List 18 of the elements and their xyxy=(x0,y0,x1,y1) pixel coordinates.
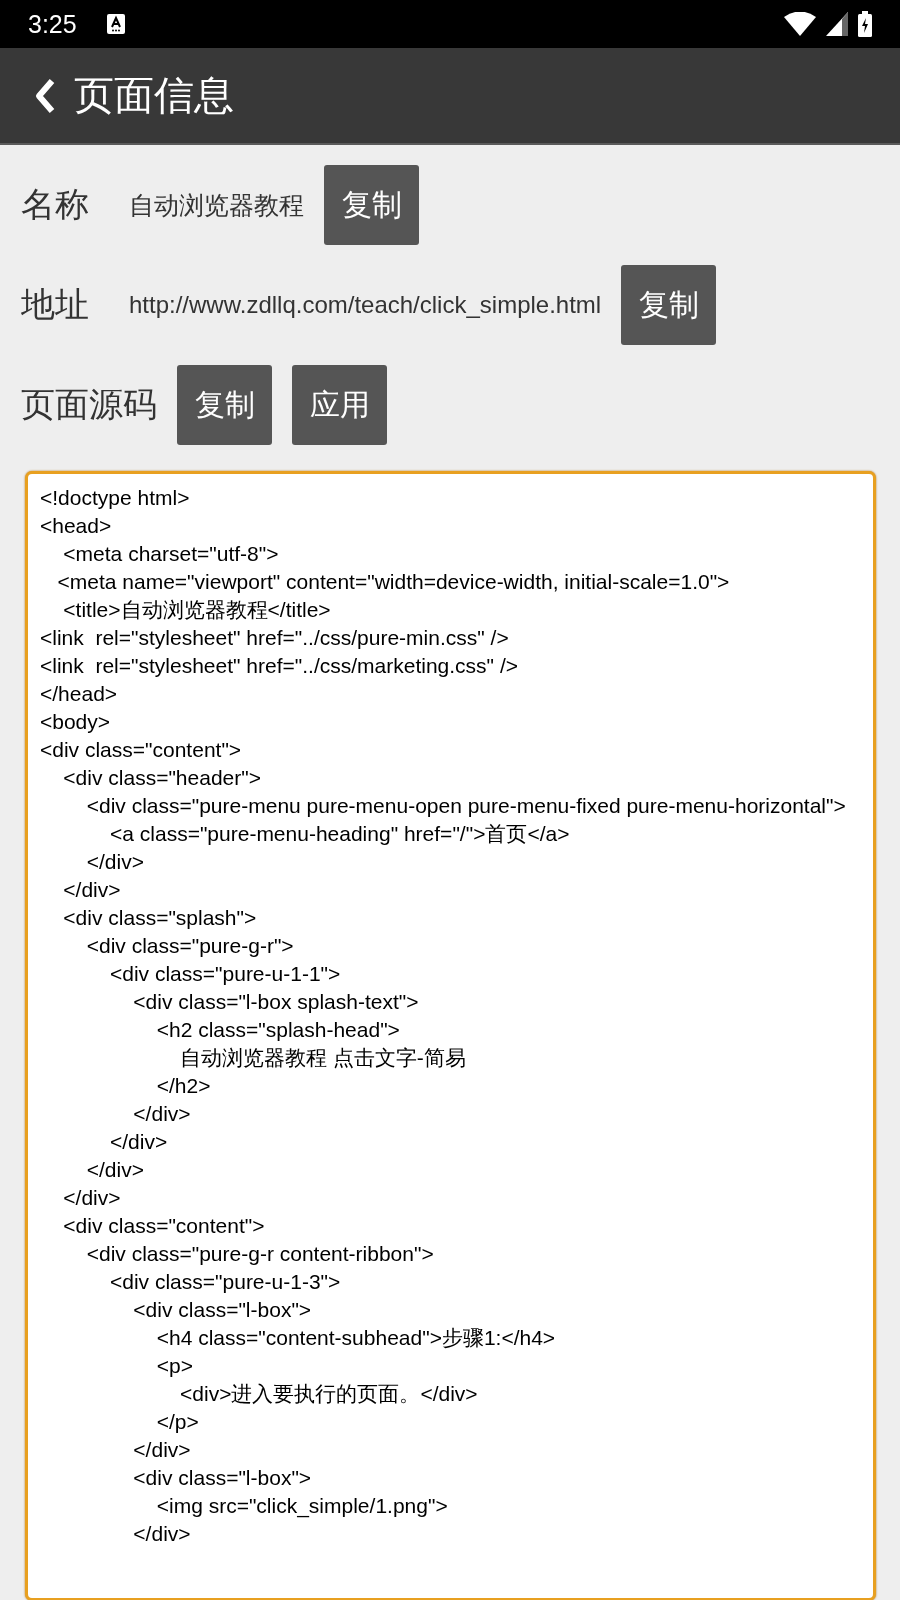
back-icon xyxy=(34,77,56,114)
action-button[interactable]: 复制 xyxy=(177,365,272,445)
action-button[interactable]: 复制 xyxy=(324,165,419,245)
source-code-field[interactable]: <!doctype html> <head> <meta charset="utf-8"> <meta name="viewport" content="width=device-width, initial-scale=1.0"> <title>自动浏览器教程</title> <link rel="stylesheet" href="../css/pure-min.css" /> <link rel="stylesheet" href="../css/marketing.css" /> </head> <body> <div class="content"> <div class="header"> <div class="pure-menu pure-menu-open pure-menu-fixed pure-menu-horizontal"> <a class="pure-menu-heading" href="/">首页</a> </div> </div> <div class="splash"> <div class="pure-g-r"> <div class="pure-u-1-1"> <div class="l-box splash-text"> <h2 class="splash-head"> 自动浏览器教程 点击文字-简易 </h2> </div> </div> </div> </div> <div class="content"> <div class="pure-g-r content-ribbon"> <div class="pure-u-1-3"> <div class="l-box"> <h4 class="content-subhead">步骤1:</h4> <p> <div>进入要执行的页面。</div> </p> </div> <div class="l-box"> <img src="click_simple/1.png"> </div> xyxy=(25,471,876,1600)
page-title: 页面信息 xyxy=(74,71,234,120)
signal-icon xyxy=(826,12,848,36)
notification-icon xyxy=(106,14,125,34)
field-label: 地址 xyxy=(21,283,89,326)
back-button[interactable] xyxy=(34,77,56,114)
action-button[interactable]: 应用 xyxy=(292,365,387,445)
field-label: 页面源码 xyxy=(21,383,157,426)
field-label: 名称 xyxy=(21,183,89,226)
action-button[interactable]: 复制 xyxy=(621,265,717,345)
battery-icon xyxy=(858,11,872,37)
wifi-icon xyxy=(784,12,816,36)
field-value: 自动浏览器教程 xyxy=(129,189,304,221)
field-value: http://www.zdllq.com/teach/click_simple.html xyxy=(129,291,602,319)
clock-time: 3:25 xyxy=(28,9,77,39)
